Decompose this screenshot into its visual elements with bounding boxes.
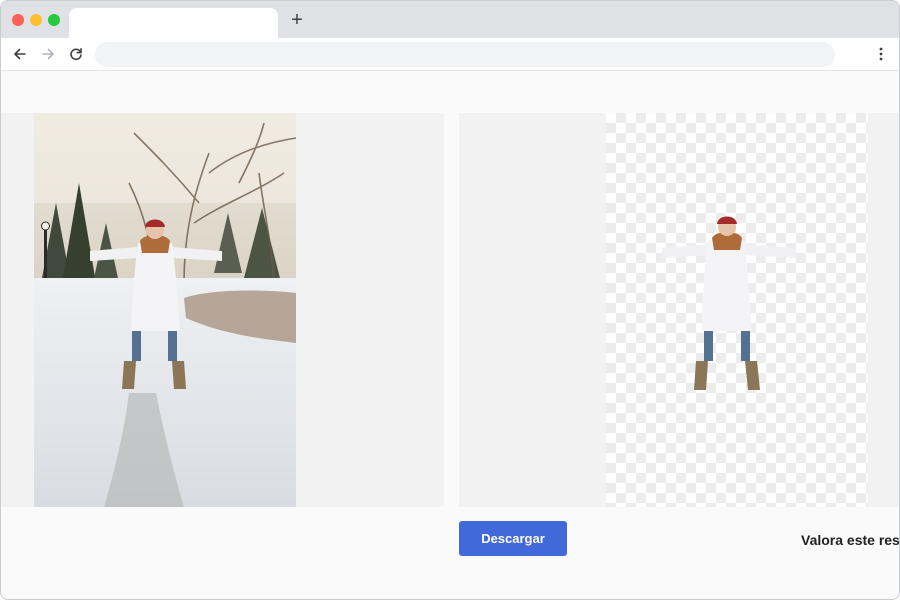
reload-button[interactable] — [66, 44, 86, 64]
back-button[interactable] — [10, 44, 30, 64]
kebab-menu-icon — [879, 47, 883, 61]
maximize-window-button[interactable] — [48, 14, 60, 26]
original-image-panel — [1, 113, 444, 507]
original-photo — [34, 113, 296, 507]
page-content: Descargar Valora este res — [1, 71, 900, 599]
browser-tab[interactable] — [69, 8, 278, 38]
address-bar[interactable] — [95, 42, 835, 67]
new-tab-button[interactable]: + — [287, 10, 307, 30]
arrow-left-icon — [14, 48, 26, 60]
result-image-panel — [459, 113, 899, 507]
forward-button[interactable] — [38, 44, 58, 64]
background-removed-photo — [606, 113, 868, 507]
close-window-button[interactable] — [12, 14, 24, 26]
rating-prompt: Valora este res — [801, 532, 900, 548]
arrow-right-icon — [42, 48, 54, 60]
browser-toolbar — [1, 38, 899, 71]
browser-menu-button[interactable] — [871, 44, 891, 64]
browser-window: + Descargar Valora este res — [0, 0, 900, 600]
tab-strip: + — [1, 1, 899, 38]
reload-icon — [70, 48, 82, 61]
download-button[interactable]: Descargar — [459, 521, 567, 556]
minimize-window-button[interactable] — [30, 14, 42, 26]
